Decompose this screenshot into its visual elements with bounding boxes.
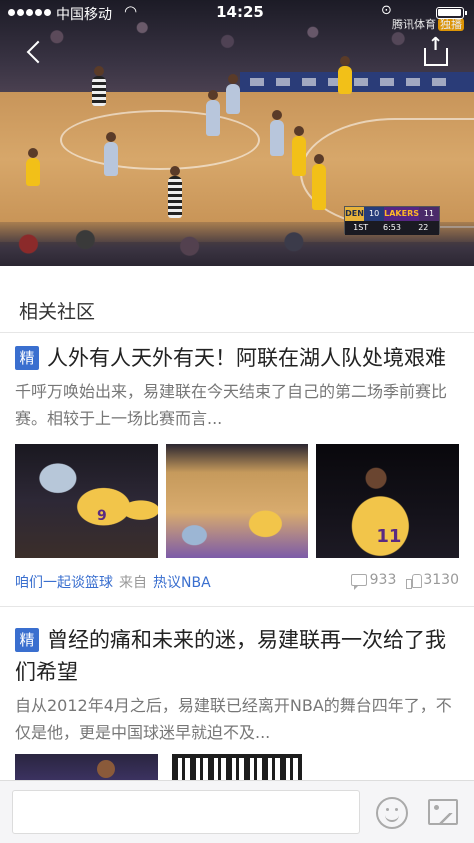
post-image[interactable]: 11 bbox=[316, 444, 460, 558]
scorebug-shot-clock: 22 bbox=[418, 223, 429, 232]
post-image[interactable] bbox=[165, 444, 309, 558]
player bbox=[206, 90, 220, 136]
wifi-icon: ◠ bbox=[124, 2, 138, 20]
scorebug-team2: LAKERS bbox=[384, 207, 419, 221]
featured-badge: 精 bbox=[15, 346, 39, 370]
share-icon[interactable] bbox=[420, 34, 450, 66]
scorebug-score2: 11 bbox=[419, 207, 439, 221]
from-label: 来自 bbox=[119, 575, 147, 591]
post-title-text: 曾经的痛和未来的迷，易建联再一次给了我们希望 bbox=[15, 628, 446, 684]
divider bbox=[0, 606, 474, 607]
image-icon[interactable] bbox=[428, 799, 458, 825]
post-title[interactable]: 精曾经的痛和未来的迷，易建联再一次给了我们希望 bbox=[15, 624, 459, 688]
community-link[interactable]: 咱们一起谈篮球 bbox=[15, 575, 113, 591]
video-player[interactable]: DEN 10 LAKERS 11 1ST 6:53 22 腾讯体育 独播 bbox=[0, 0, 474, 266]
player bbox=[292, 126, 306, 176]
post-card[interactable]: 精人外有人天外有天！阿联在湖人队处境艰难 千呼万唤始出来，易建联在今天结束了自己… bbox=[15, 342, 459, 432]
section-title: 相关社区 bbox=[19, 301, 96, 323]
scorebug-score1: 10 bbox=[364, 207, 385, 221]
post-summary: 自从2012年4月之后，易建联已经离开NBA的舞台四年了，不仅是他，更是中国球迷… bbox=[15, 696, 452, 742]
featured-badge: 精 bbox=[15, 628, 39, 652]
like-count-value: 3130 bbox=[423, 572, 459, 588]
back-arrow-icon[interactable] bbox=[18, 36, 48, 66]
jersey-number: 11 bbox=[376, 526, 402, 547]
post-title[interactable]: 精人外有人天外有天！阿联在湖人队处境艰难 bbox=[15, 342, 459, 374]
qr-code-image[interactable] bbox=[172, 754, 302, 780]
scorebug-clock: 6:53 bbox=[383, 223, 401, 232]
video-adboard bbox=[240, 72, 474, 94]
referee bbox=[92, 66, 106, 106]
comment-count-value: 933 bbox=[369, 572, 397, 588]
referee bbox=[168, 166, 182, 218]
emoji-icon[interactable] bbox=[376, 797, 408, 829]
comment-count[interactable]: 933 bbox=[350, 572, 397, 590]
signal-icon bbox=[8, 9, 51, 16]
status-time: 14:25 bbox=[216, 3, 264, 21]
battery-icon bbox=[436, 7, 467, 19]
player bbox=[226, 74, 240, 114]
like-icon bbox=[406, 573, 423, 589]
post-title-text: 人外有人天外有天！阿联在湖人队处境艰难 bbox=[47, 346, 446, 370]
orientation-lock-icon: ⊙ bbox=[381, 3, 392, 18]
player bbox=[338, 56, 352, 94]
like-count[interactable]: 3130 bbox=[406, 572, 459, 589]
carrier-label: 中国移动 bbox=[56, 7, 112, 23]
player bbox=[26, 148, 40, 186]
post-stats: 933 3130 bbox=[350, 572, 459, 590]
post-images bbox=[15, 754, 459, 780]
post-meta: 咱们一起谈篮球 来自 热议NBA 933 3130 bbox=[15, 572, 459, 594]
post-card[interactable]: 精曾经的痛和未来的迷，易建联再一次给了我们希望 自从2012年4月之后，易建联已… bbox=[15, 624, 459, 746]
forum-link[interactable]: 热议NBA bbox=[153, 575, 211, 591]
player bbox=[270, 110, 284, 156]
court-circle bbox=[60, 110, 260, 170]
post-image[interactable] bbox=[15, 754, 158, 780]
reply-bar bbox=[0, 780, 474, 843]
jersey-number: 9 bbox=[97, 508, 107, 524]
player bbox=[104, 132, 118, 176]
divider bbox=[0, 332, 474, 333]
status-bar: 中国移动 ◠ 14:25 ⊙ bbox=[0, 0, 474, 26]
post-image[interactable]: 9 bbox=[15, 444, 158, 558]
scorebug-team1: DEN bbox=[345, 207, 365, 221]
player bbox=[312, 154, 326, 210]
scorebug-quarter: 1ST bbox=[353, 223, 369, 232]
scorebug: DEN 10 LAKERS 11 1ST 6:53 22 bbox=[344, 206, 440, 235]
comment-icon bbox=[350, 574, 367, 590]
post-images: 9 11 bbox=[15, 444, 460, 558]
post-summary: 千呼万唤始出来，易建联在今天结束了自己的第二场季前赛比赛。相较于上一场比赛而言.… bbox=[15, 382, 448, 428]
reply-input[interactable] bbox=[12, 790, 360, 834]
